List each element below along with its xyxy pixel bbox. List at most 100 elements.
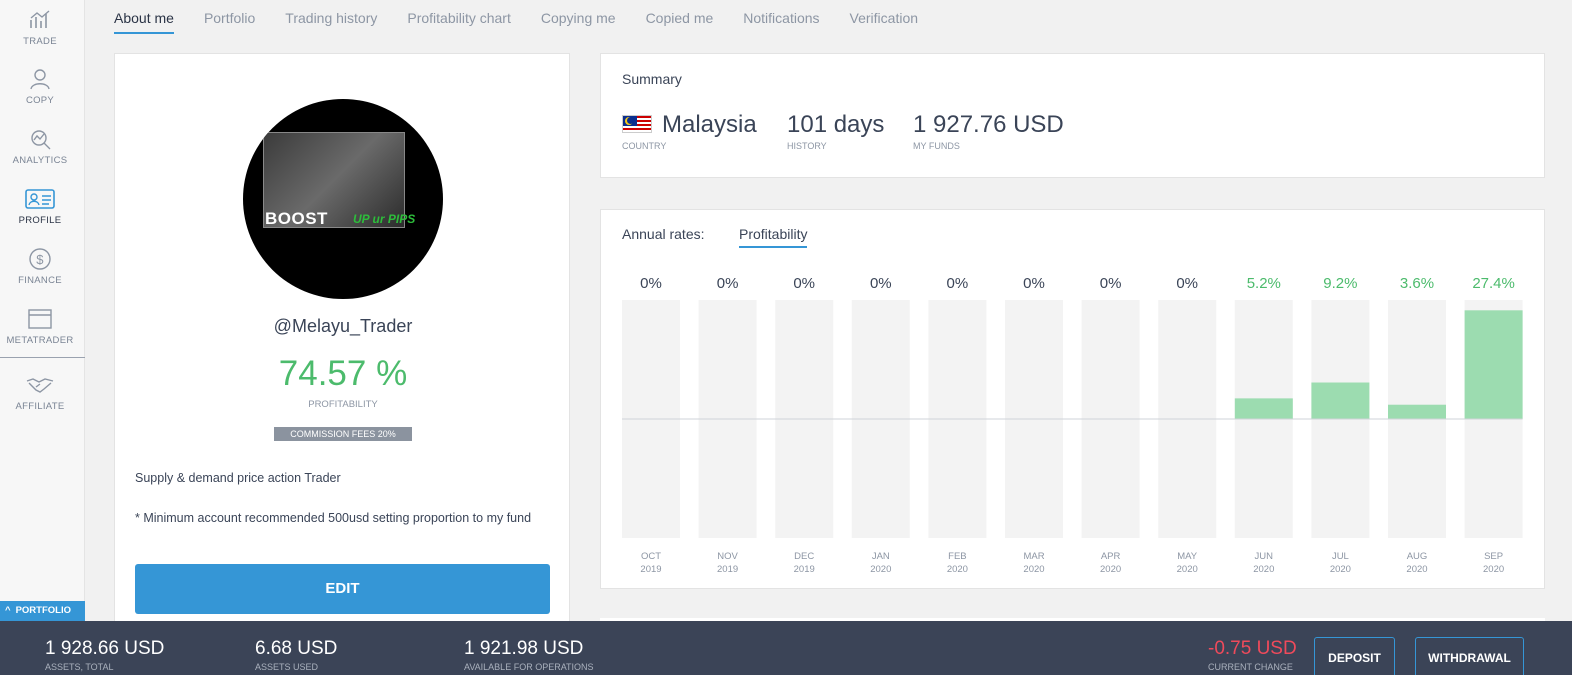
commission-badge: COMMISSION FEES 20% [274,427,412,441]
x-tick-year: 2019 [794,564,815,575]
x-tick-year: 2020 [1177,564,1198,575]
data-label: 9.2% [1323,275,1357,292]
x-tick-label: NOV [717,551,738,562]
history-label: HISTORY [787,141,827,151]
tab-profitability-chart[interactable]: Profitability chart [407,0,510,34]
portfolio-toggle[interactable]: ^ PORTFOLIO [0,601,85,621]
sidebar-item-finance[interactable]: $ FINANCE [0,247,80,286]
funds-label: MY FUNDS [913,141,960,151]
analytics-icon [31,130,51,150]
data-label: 3.6% [1400,275,1434,292]
data-label: 0% [870,275,892,292]
x-tick-year: 2020 [1100,564,1121,575]
sidebar-item-profile[interactable]: PROFILE [0,187,80,226]
current-change-value: -0.75 USD [1208,638,1297,659]
chevron-up-icon: ^ [5,605,11,616]
tab-about-me[interactable]: About me [114,0,174,34]
profitability-value: 74.57 % [278,354,408,393]
bio-note: * Minimum account recommended 500usd set… [135,511,532,525]
x-tick-year: 2020 [1023,564,1044,575]
country-label: COUNTRY [622,141,667,151]
sidebar-item-trade[interactable]: TRADE [0,8,80,47]
sidebar-item-copy[interactable]: COPY [0,67,80,106]
x-tick-year: 2019 [717,564,738,575]
profitability-label: PROFITABILITY [308,399,378,410]
assets-used-value: 6.68 USD [255,638,338,659]
bio-text: Supply & demand price action Trader [135,471,341,485]
window-icon [28,309,52,329]
tab-trading-history[interactable]: Trading history [285,0,377,34]
tab-notifications[interactable]: Notifications [743,0,819,34]
x-tick-label: JUL [1332,551,1349,562]
bar [1388,404,1446,419]
x-tick-label: SEP [1484,551,1503,562]
handshake-icon [26,378,54,393]
sidebar: TRADE COPY ANALYTICS PROFILE $ FINANCE M… [0,0,85,621]
sidebar-item-label: PROFILE [18,215,62,226]
funds-value: 1 927.76 USD [913,111,1064,138]
account-footer: 1 928.66 USD ASSETS, TOTAL 6.68 USD ASSE… [0,621,1572,675]
sidebar-item-affiliate[interactable]: AFFILIATE [0,373,80,412]
sidebar-item-label: TRADE [23,36,57,47]
data-label: 0% [793,275,815,292]
data-label: 0% [1023,275,1045,292]
data-label: 0% [1176,275,1198,292]
svg-text:$: $ [36,252,44,267]
available-label: AVAILABLE FOR OPERATIONS [464,662,594,672]
portfolio-label: PORTFOLIO [15,605,71,616]
sidebar-item-label: METATRADER [6,335,74,346]
country-value: Malaysia [662,111,757,138]
x-tick-label: OCT [641,551,661,562]
data-label: 27.4% [1472,275,1515,292]
x-tick-year: 2020 [1330,564,1351,575]
sidebar-item-analytics[interactable]: ANALYTICS [0,127,80,166]
sidebar-divider [0,357,85,358]
assets-used-label: ASSETS USED [255,662,319,672]
x-tick-year: 2019 [640,564,661,575]
x-tick-label: MAY [1177,551,1198,562]
x-tick-year: 2020 [1483,564,1504,575]
history-value: 101 days [787,111,885,138]
summary-title: Summary [622,71,682,87]
deposit-button[interactable]: DEPOSIT [1314,637,1395,675]
x-tick-label: JUN [1255,551,1274,562]
profile-tabs: About me Portfolio Trading history Profi… [114,0,948,34]
x-tick-label: APR [1101,551,1121,562]
x-tick-label: AUG [1407,551,1428,562]
x-tick-label: JAN [872,551,890,562]
profile-card-icon [25,189,55,209]
malaysia-flag-icon [622,115,652,133]
tab-verification[interactable]: Verification [850,0,918,34]
avatar-logo-tagline: UP ur PIPS [353,212,416,226]
data-label: 0% [947,275,969,292]
username: @Melayu_Trader [273,316,413,336]
sidebar-item-metatrader[interactable]: METATRADER [0,307,80,346]
avatar: BOOST UP ur PIPS [243,99,443,299]
data-label: 0% [1100,275,1122,292]
x-tick-label: DEC [794,551,814,562]
x-tick-year: 2020 [1253,564,1274,575]
assets-total-label: ASSETS, TOTAL [45,662,114,672]
data-label: 0% [640,275,662,292]
current-change-label: CURRENT CHANGE [1208,662,1293,672]
profile-card: BOOST UP ur PIPS @Melayu_Trader 74.57 % … [114,53,570,633]
available-value: 1 921.98 USD [464,638,584,659]
bar [1464,310,1523,419]
sidebar-item-label: ANALYTICS [12,155,68,166]
sidebar-item-label: COPY [25,95,55,106]
tab-copying-me[interactable]: Copying me [541,0,616,34]
edit-button[interactable]: EDIT [135,564,550,614]
summary-card: Summary Malaysia COUNTRY 101 days HISTOR… [600,53,1545,178]
sidebar-item-label: AFFILIATE [15,401,65,412]
annual-rates-card: Annual rates: Profitability 0% OCT 2019 0% N… [600,209,1545,589]
x-tick-year: 2020 [870,564,891,575]
tab-copied-me[interactable]: Copied me [646,0,714,34]
avatar-logo-text: BOOST [265,209,328,228]
copy-person-icon [30,69,50,90]
tab-portfolio[interactable]: Portfolio [204,0,255,34]
bar [1234,398,1293,419]
data-label: 0% [717,275,739,292]
withdrawal-button[interactable]: WITHDRAWAL [1415,637,1524,675]
trade-chart-icon [30,10,50,28]
x-tick-label: MAR [1023,551,1044,562]
